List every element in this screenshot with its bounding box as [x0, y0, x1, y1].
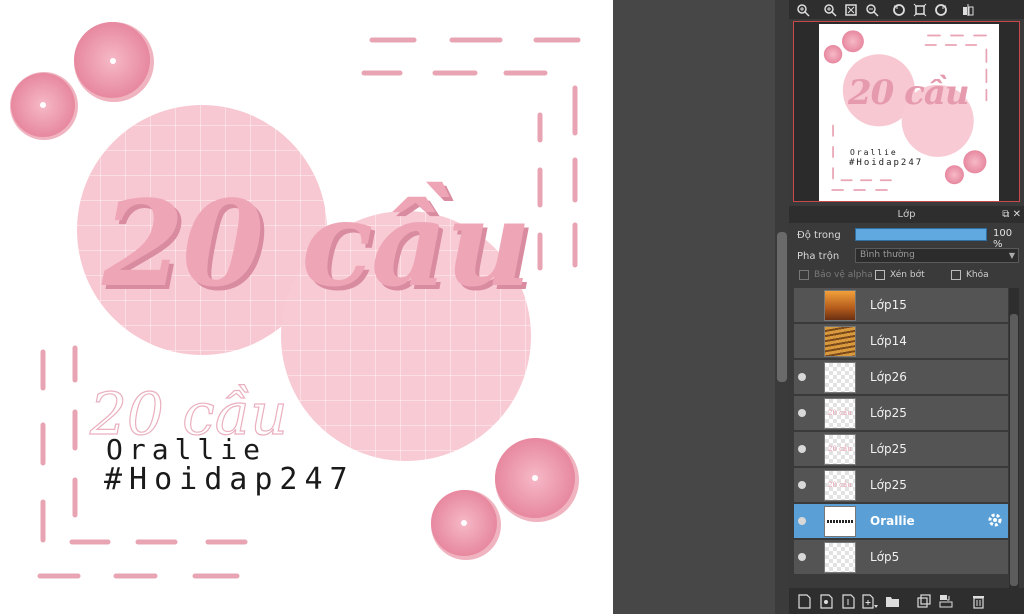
layers-bottom-toolbar: [789, 588, 1024, 614]
protect-alpha-checkbox[interactable]: Bảo vệ alpha: [799, 270, 873, 280]
layer-list: Lớp15 Lớp14 Lớp26 20 cầu Lớp25 20 cầu Lớp25 20 …: [794, 288, 1008, 588]
new-layer-icon[interactable]: [795, 592, 813, 610]
hashtag-text: #Hoidap247: [104, 462, 355, 497]
layer-list-scrollbar[interactable]: [1009, 288, 1019, 588]
layer-thumbnail: [824, 362, 856, 393]
layer-options-row: Bảo vệ alpha Xén bớt Khóa: [797, 268, 1022, 286]
rotate-right-icon[interactable]: [931, 1, 950, 18]
layer-name: Lớp15: [870, 298, 907, 312]
pink-flower-bottom: [431, 490, 501, 560]
visibility-dot-icon[interactable]: [798, 481, 806, 489]
blend-row: Pha trộn Bình thường ▼: [797, 247, 1022, 265]
layer-row[interactable]: Lớp5: [794, 540, 1008, 575]
undock-icon[interactable]: ⧉: [1002, 209, 1009, 220]
visibility-dot-icon[interactable]: [798, 553, 806, 561]
layer-row[interactable]: Lớp15: [794, 288, 1008, 323]
visibility-dot-icon[interactable]: [798, 373, 806, 381]
pink-flower-top: [74, 22, 154, 102]
thumbnail-text-strip: [827, 520, 853, 523]
rotate-left-icon[interactable]: [889, 1, 908, 18]
duplicate-layer-icon[interactable]: [915, 592, 933, 610]
delete-layer-icon[interactable]: [969, 592, 987, 610]
new-1bit-layer-icon[interactable]: [839, 592, 857, 610]
actual-size-icon[interactable]: [910, 1, 929, 18]
preview-author: Orallie: [850, 148, 898, 157]
layer-thumbnail: 20 cầu: [824, 398, 856, 429]
thumbnail-text: 20 cầu: [828, 409, 852, 417]
visibility-dot-icon[interactable]: [798, 409, 806, 417]
opacity-row: Độ trong 100 %: [797, 226, 1022, 250]
drawing-canvas[interactable]: 20 cầu 20 cầu 20 cầu Orallie #Hoidap247: [0, 0, 613, 614]
layer-row[interactable]: 20 cầu Lớp25: [794, 396, 1008, 431]
layer-thumbnail: [824, 506, 856, 537]
lock-checkbox[interactable]: Khóa: [951, 270, 989, 280]
layer-name: Lớp25: [870, 406, 907, 420]
blend-mode-value: Bình thường: [860, 250, 915, 260]
layer-row[interactable]: 20 cầu Lớp25: [794, 468, 1008, 503]
fit-window-icon[interactable]: [841, 1, 860, 18]
visibility-dot-icon[interactable]: [798, 517, 806, 525]
layer-thumbnail: [824, 326, 856, 357]
layer-name: Orallie: [870, 514, 915, 528]
close-icon[interactable]: ✕: [1013, 209, 1021, 220]
lock-label: Khóa: [966, 270, 989, 280]
layer-row[interactable]: 20 cầu Lớp25: [794, 432, 1008, 467]
layer-row[interactable]: Orallie: [794, 504, 1008, 539]
new-halftone-layer-icon[interactable]: [817, 592, 835, 610]
layer-row[interactable]: Lớp26: [794, 360, 1008, 395]
layers-panel-header: Lớp ⧉ ✕: [789, 206, 1024, 223]
chevron-down-icon: ▼: [1008, 251, 1015, 260]
workspace-background: [613, 0, 775, 614]
layers-panel-title: Lớp: [897, 209, 916, 220]
layer-thumbnail: 20 cầu: [824, 470, 856, 501]
layer-name: Lớp25: [870, 442, 907, 456]
folder-icon[interactable]: [883, 592, 901, 610]
clipping-label: Xén bớt: [890, 270, 925, 280]
visibility-dot-icon[interactable]: [798, 445, 806, 453]
layer-thumbnail: 20 cầu: [824, 434, 856, 465]
pink-flower-left: [10, 72, 78, 140]
layer-name: Lớp5: [870, 550, 900, 564]
layer-name: Lớp26: [870, 370, 907, 384]
layer-thumbnail: [824, 290, 856, 321]
clipping-checkbox[interactable]: Xén bớt: [875, 270, 925, 280]
layer-list-scroll-thumb[interactable]: [1010, 314, 1018, 586]
checkbox-box: [799, 270, 809, 280]
blend-label: Pha trộn: [797, 250, 840, 262]
canvas-scroll-thumb[interactable]: [777, 232, 787, 382]
navigator-preview[interactable]: 20 cầu Orallie #Hoidap247: [793, 21, 1020, 202]
layer-row[interactable]: Lớp14: [794, 324, 1008, 359]
layer-name: Lớp14: [870, 334, 907, 348]
preview-canvas: 20 cầu Orallie #Hoidap247: [819, 24, 999, 201]
navigator-toolbar: [789, 0, 1024, 19]
preview-big-title: 20 cầu: [848, 73, 970, 113]
opacity-label: Độ trong: [797, 229, 841, 241]
layer-thumbnail: [824, 542, 856, 573]
big-title: 20 cầu: [102, 174, 531, 313]
merge-down-icon[interactable]: [937, 592, 955, 610]
flip-icon[interactable]: [958, 1, 977, 18]
checkbox-box: [875, 270, 885, 280]
gear-icon[interactable]: [986, 511, 1004, 533]
zoom-out-icon[interactable]: [862, 1, 881, 18]
opacity-slider[interactable]: [855, 228, 987, 241]
canvas-vertical-scrollbar[interactable]: [775, 0, 789, 614]
add-layer-menu-icon[interactable]: [861, 592, 879, 610]
zoom-in-icon[interactable]: [820, 1, 839, 18]
thumbnail-text: 20 cầu: [828, 445, 852, 453]
thumbnail-text: 20 cầu: [828, 481, 852, 489]
blend-mode-select[interactable]: Bình thường ▼: [855, 248, 1019, 263]
protect-alpha-label: Bảo vệ alpha: [814, 270, 873, 280]
right-panel: 20 cầu Orallie #Hoidap247 Lớp ⧉ ✕ Độ tro…: [789, 0, 1024, 614]
zoom-fit-icon[interactable]: [793, 1, 812, 18]
layer-name: Lớp25: [870, 478, 907, 492]
preview-hashtag: #Hoidap247: [849, 158, 924, 168]
checkbox-box: [951, 270, 961, 280]
pink-flower-bottom-right: [495, 438, 579, 522]
